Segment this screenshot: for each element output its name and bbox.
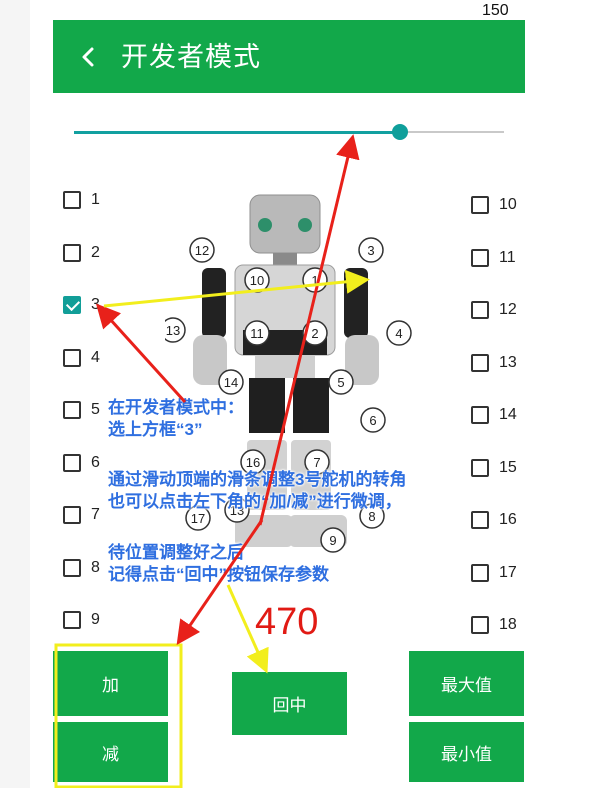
checkbox-label: 6	[91, 453, 100, 471]
slider-track-active	[74, 131, 400, 134]
checkbox-icon[interactable]	[63, 506, 81, 524]
servo-checkbox-3[interactable]: 3	[63, 292, 100, 318]
servo-checkbox-11[interactable]: 11	[471, 245, 516, 271]
checkbox-checked-icon[interactable]	[63, 296, 81, 314]
annotation-text: 也可以点击左下角的“加/减”进行微调，	[108, 492, 402, 511]
checkbox-label: 7	[91, 506, 100, 523]
servo-number: 12	[195, 243, 209, 258]
checkbox-icon[interactable]	[471, 353, 489, 372]
servo-number: 14	[224, 375, 238, 390]
right-margin	[541, 0, 601, 788]
app-bar: 开发者模式	[53, 20, 525, 93]
left-margin	[0, 0, 30, 788]
servo-number: 11	[250, 326, 264, 341]
checkbox-label: 5	[91, 401, 100, 418]
checkbox-icon[interactable]	[471, 248, 489, 267]
servo-checkbox-12[interactable]: 12	[471, 297, 517, 323]
servo-checkbox-17[interactable]: 17	[471, 560, 517, 586]
checkbox-icon[interactable]	[63, 191, 81, 209]
checkbox-label: 3	[91, 296, 100, 313]
checkbox-label: 11	[499, 248, 516, 266]
annotation-text: 待位置调整好之后	[108, 543, 244, 562]
annotation-text: 记得点击“回中”按钮保存参数	[108, 565, 329, 584]
servo-checkbox-4[interactable]: 4	[63, 345, 100, 371]
checkbox-label: 2	[91, 243, 100, 261]
annotation-text: 通过滑动顶端的滑条调整3号舵机的转角	[108, 470, 407, 489]
annotation-text: 选上方框“3”	[108, 420, 203, 439]
servo-angle-slider[interactable]	[74, 120, 504, 144]
servo-checkbox-7[interactable]: 7	[63, 502, 100, 528]
checkbox-icon[interactable]	[63, 401, 81, 419]
checkbox-label: 17	[499, 563, 517, 581]
servo-number: 3	[367, 243, 374, 258]
servo-number: 1	[311, 273, 318, 288]
servo-checkbox-10[interactable]: 10	[471, 192, 517, 218]
servo-number: 4	[395, 326, 402, 341]
checkbox-label: 9	[91, 611, 100, 628]
checkbox-icon[interactable]	[471, 616, 489, 634]
servo-checkbox-9[interactable]: 9	[63, 607, 100, 633]
servo-number: 17	[191, 511, 205, 526]
servo-number: 5	[337, 375, 344, 390]
servo-number: 10	[250, 273, 264, 288]
checkbox-label: 10	[499, 196, 517, 213]
back-arrow-icon[interactable]	[77, 42, 99, 72]
servo-value-readout: 470	[255, 601, 319, 643]
servo-number: 6	[369, 413, 376, 428]
checkbox-label: 15	[499, 458, 517, 476]
checkbox-label: 16	[499, 511, 517, 528]
servo-checkbox-2[interactable]: 2	[63, 240, 100, 266]
checkbox-icon[interactable]	[471, 458, 489, 477]
servo-checkbox-6[interactable]: 6	[63, 450, 100, 476]
checkbox-icon[interactable]	[63, 558, 81, 577]
page-title: 开发者模式	[121, 42, 261, 72]
checkbox-icon[interactable]	[471, 511, 489, 529]
robot-servo-diagram: 1210 1313 11 2 414 5616 71713 89	[165, 194, 412, 553]
checkbox-label: 12	[499, 301, 517, 318]
slider-track-inactive	[400, 131, 504, 133]
checkbox-label: 8	[91, 558, 100, 576]
checkbox-label: 4	[91, 348, 100, 366]
center-button[interactable]: 回中	[232, 672, 347, 735]
slider-thumb[interactable]	[392, 124, 408, 140]
servo-checkbox-15[interactable]: 15	[471, 455, 517, 481]
servo-checkbox-14[interactable]: 14	[471, 402, 517, 428]
checkbox-icon[interactable]	[471, 563, 489, 582]
checkbox-icon[interactable]	[63, 453, 81, 472]
add-button[interactable]: 加	[53, 651, 168, 716]
checkbox-icon[interactable]	[471, 301, 489, 319]
min-value-button[interactable]: 最小值	[409, 722, 524, 782]
servo-number: 9	[329, 533, 336, 548]
servo-checkbox-16[interactable]: 16	[471, 507, 517, 533]
checkbox-label: 14	[499, 406, 517, 423]
annotation-text: 在开发者模式中：	[108, 398, 244, 417]
servo-checkbox-1[interactable]: 1	[63, 187, 100, 213]
checkbox-icon[interactable]	[63, 243, 81, 262]
servo-number: 16	[246, 455, 260, 470]
checkbox-icon[interactable]	[471, 196, 489, 214]
checkbox-icon[interactable]	[63, 611, 81, 629]
servo-checkbox-13[interactable]: 13	[471, 350, 517, 376]
status-bar-time: 150	[482, 2, 509, 19]
servo-checkbox-8[interactable]: 8	[63, 555, 100, 581]
servo-checkbox-18[interactable]: 18	[471, 612, 517, 638]
max-value-button[interactable]: 最大值	[409, 651, 524, 716]
servo-number: 2	[311, 326, 318, 341]
servo-checkbox-5[interactable]: 5	[63, 397, 100, 423]
checkbox-label: 18	[499, 616, 517, 633]
subtract-button[interactable]: 减	[53, 722, 168, 782]
checkbox-icon[interactable]	[471, 406, 489, 424]
checkbox-icon[interactable]	[63, 348, 81, 367]
servo-number: 13	[166, 323, 180, 338]
checkbox-label: 13	[499, 353, 517, 371]
servo-number: 7	[313, 455, 320, 470]
checkbox-label: 1	[91, 191, 100, 208]
